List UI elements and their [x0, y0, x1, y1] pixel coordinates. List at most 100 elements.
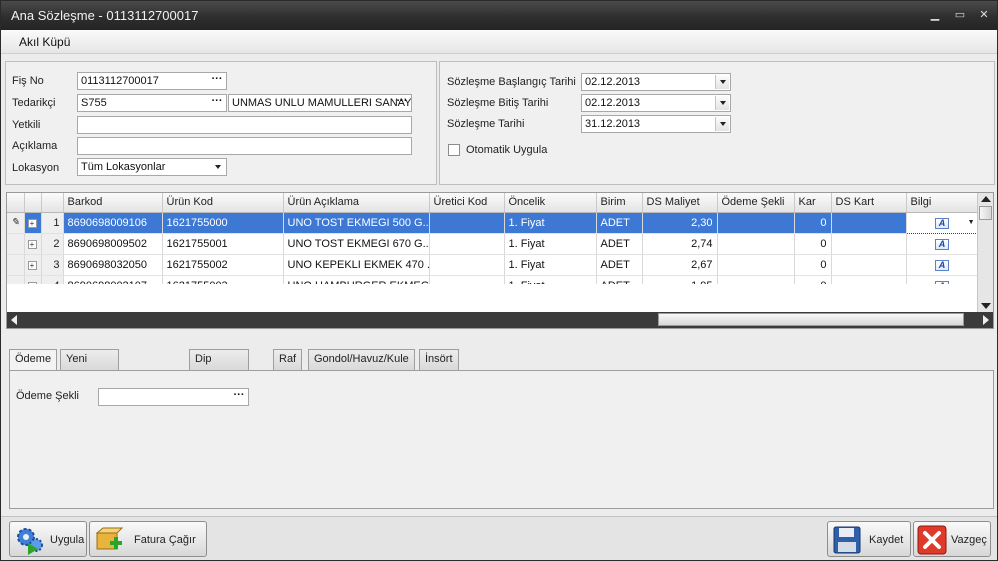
info-text-icon[interactable]: A	[935, 217, 949, 229]
cell-urun-aciklama[interactable]: UNO KEPEKLI EKMEK 470 ...	[283, 254, 430, 276]
row-expand-button[interactable]: +	[24, 212, 42, 234]
odeme-sekli-label: Ödeme Şekli	[16, 390, 79, 402]
close-window-button[interactable]: ✕	[976, 8, 992, 22]
main-window: Ana Sözleşme - 0113112700017 ▁ ▭ ✕ Akıl …	[0, 0, 998, 561]
cell-birim[interactable]: ADET	[596, 254, 643, 276]
cell-ds-maliyet[interactable]: 2,74	[642, 233, 718, 255]
cell-barkod[interactable]: 8690698009502	[63, 233, 163, 255]
vertical-scroll-thumb[interactable]	[979, 206, 992, 220]
lokasyon-dropdown[interactable]: Tüm Lokasyonlar	[77, 158, 227, 176]
fatura-cagir-button[interactable]: Fatura Çağır	[89, 521, 207, 557]
column-header-birim[interactable]: Birim	[596, 193, 643, 213]
column-header-uretici-kod[interactable]: Üretici Kod	[429, 193, 505, 213]
tab-dip-iskontolar[interactable]: Dip İskontolar	[189, 349, 249, 384]
cell-odeme-sekli[interactable]	[717, 254, 795, 276]
cell-urun-kod[interactable]: 1621755002	[162, 254, 284, 276]
tedarikci-code-field[interactable]: S755 ···	[77, 94, 227, 112]
row-expand-button[interactable]: +	[24, 254, 42, 276]
table-row[interactable]: ✎ + 1 8690698009106 1621755000 UNO TOST …	[7, 211, 979, 234]
cell-ds-maliyet[interactable]: 2,30	[642, 212, 718, 234]
cell-oncelik[interactable]: 1. Fiyat	[504, 233, 597, 255]
odeme-sekli-browse-button[interactable]: ···	[231, 390, 247, 404]
scroll-right-icon[interactable]	[983, 315, 989, 325]
cell-birim[interactable]: ADET	[596, 212, 643, 234]
cell-oncelik[interactable]: 1. Fiyat	[504, 254, 597, 276]
menu-akil-kupu[interactable]: Akıl Küpü	[19, 35, 70, 49]
tab-insort[interactable]: İnsört	[419, 349, 459, 370]
cell-odeme-sekli[interactable]	[717, 233, 795, 255]
cell-kar[interactable]: 0	[794, 254, 832, 276]
cell-ds-kart[interactable]	[831, 233, 907, 255]
cell-ds-kart[interactable]	[831, 212, 907, 234]
minimize-button[interactable]: ▁	[927, 8, 943, 22]
tab-gondol-havuz-kule[interactable]: Gondol/Havuz/Kule	[308, 349, 415, 370]
cell-urun-aciklama[interactable]: UNO TOST EKMEGI 500 G...	[283, 212, 430, 234]
column-header-ds-maliyet[interactable]: DS Maliyet	[642, 193, 718, 213]
column-header-ds-kart[interactable]: DS Kart	[831, 193, 907, 213]
maximize-button[interactable]: ▭	[952, 8, 968, 22]
scroll-left-icon[interactable]	[11, 315, 17, 325]
chevron-down-icon[interactable]: ▼	[968, 219, 975, 226]
otomatik-uygula-checkbox[interactable]	[448, 144, 460, 156]
bitis-date-picker[interactable]: 02.12.2013	[581, 94, 731, 112]
calendar-dropdown-icon[interactable]	[715, 117, 729, 131]
cell-odeme-sekli[interactable]	[717, 212, 795, 234]
tedarikci-code-browse-button[interactable]: ···	[209, 96, 225, 110]
table-row[interactable]: + 2 8690698009502 1621755001 UNO TOST EK…	[7, 233, 979, 255]
cell-bilgi[interactable]: A	[906, 233, 979, 255]
column-header-kar[interactable]: Kar	[794, 193, 832, 213]
cell-oncelik[interactable]: 1. Fiyat	[504, 212, 597, 234]
fis-no-field[interactable]: 0113112700017 ···	[77, 72, 227, 90]
cell-kar[interactable]: 0	[794, 212, 832, 234]
column-header-urun-aciklama[interactable]: Ürün Açıklama	[283, 193, 430, 213]
odeme-sekli-field[interactable]: ···	[98, 388, 249, 406]
calendar-dropdown-icon[interactable]	[715, 75, 729, 89]
column-header-barkod[interactable]: Barkod	[63, 193, 163, 213]
tedarikci-name-field[interactable]: UNMAS UNLU MAMULLERI SANAY ···	[228, 94, 412, 112]
fis-no-browse-button[interactable]: ···	[209, 74, 225, 88]
cell-uretici-kod[interactable]	[429, 254, 505, 276]
cell-birim[interactable]: ADET	[596, 233, 643, 255]
baslangic-date-picker[interactable]: 02.12.2013	[581, 73, 731, 91]
grid-empty-area	[7, 284, 977, 313]
tab-yeni-magaza-iskontosu[interactable]: Yeni Mağaza İskontosu	[60, 349, 120, 403]
info-text-icon[interactable]: A	[935, 259, 949, 271]
cell-barkod[interactable]: 8690698032050	[63, 254, 163, 276]
row-expand-button[interactable]: +	[24, 233, 42, 255]
vazgec-button[interactable]: Vazgeç	[913, 521, 991, 557]
tab-raf[interactable]: Raf	[273, 349, 303, 370]
cell-urun-kod[interactable]: 1621755000	[162, 212, 284, 234]
info-text-icon[interactable]: A	[935, 238, 949, 250]
cell-ds-kart[interactable]	[831, 254, 907, 276]
horizontal-scrollbar[interactable]	[7, 312, 993, 328]
column-header-bilgi[interactable]: Bilgi	[906, 193, 979, 213]
cell-urun-kod[interactable]: 1621755001	[162, 233, 284, 255]
cell-uretici-kod[interactable]	[429, 233, 505, 255]
sozlesme-tarihi-date-picker[interactable]: 31.12.2013	[581, 115, 731, 133]
scroll-up-icon[interactable]	[981, 196, 991, 202]
tedarikci-name-browse-button[interactable]: ···	[394, 96, 410, 110]
cell-bilgi[interactable]: A	[906, 254, 979, 276]
cell-urun-aciklama[interactable]: UNO TOST EKMEGI 670 G...	[283, 233, 430, 255]
cell-barkod[interactable]: 8690698009106	[63, 212, 163, 234]
scroll-down-icon[interactable]	[981, 303, 991, 309]
cell-bilgi[interactable]: A ▼	[905, 211, 979, 234]
horizontal-scroll-thumb[interactable]	[658, 313, 964, 326]
cell-ds-maliyet[interactable]: 2,67	[642, 254, 718, 276]
kaydet-button-label: Kaydet	[869, 534, 904, 546]
column-header-oncelik[interactable]: Öncelik	[504, 193, 597, 213]
vertical-scrollbar[interactable]	[977, 193, 993, 312]
column-header-urun-kod[interactable]: Ürün Kod	[162, 193, 284, 213]
yetkili-input[interactable]	[77, 116, 412, 134]
calendar-dropdown-icon[interactable]	[715, 96, 729, 110]
bottom-toolbar: Uygula Fatura Çağır Kaydet Vazgeç	[1, 516, 997, 560]
cell-uretici-kod[interactable]	[429, 212, 505, 234]
tab-odeme[interactable]: Ödeme	[9, 349, 58, 371]
table-row[interactable]: + 3 8690698032050 1621755002 UNO KEPEKLI…	[7, 254, 979, 276]
cell-kar[interactable]: 0	[794, 233, 832, 255]
aciklama-label: Açıklama	[12, 140, 58, 152]
uygula-button[interactable]: Uygula	[9, 521, 87, 557]
aciklama-input[interactable]	[77, 137, 412, 155]
kaydet-button[interactable]: Kaydet	[827, 521, 911, 557]
column-header-odeme-sekli[interactable]: Ödeme Şekli	[717, 193, 795, 213]
